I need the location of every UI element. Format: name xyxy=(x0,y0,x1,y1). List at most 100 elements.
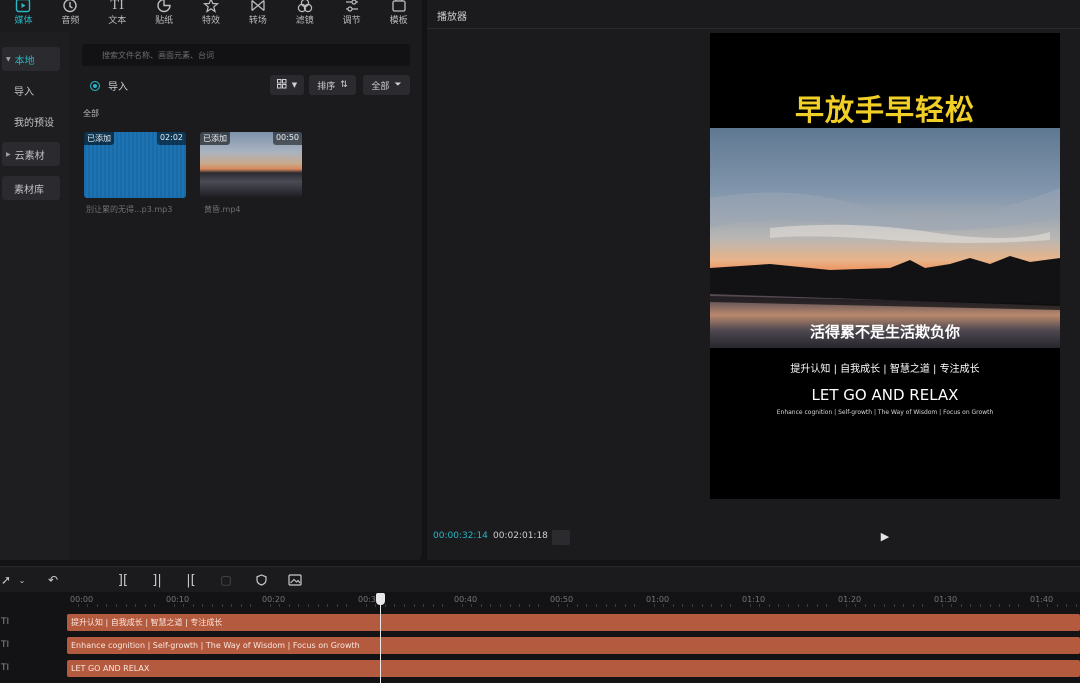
ruler-tick xyxy=(586,604,588,607)
ruler-tick xyxy=(1018,604,1020,607)
ruler-tick xyxy=(989,604,991,607)
clip-label: 提升认知 | 自我成长 | 智慧之道 | 专注成长 xyxy=(71,618,223,627)
tab-label: 滤镜 xyxy=(295,16,314,26)
ruler-tick xyxy=(980,604,981,607)
ruler-tick-label: 00:40 xyxy=(454,595,478,604)
nav-label: 素材库 xyxy=(14,184,44,196)
text-track-icon: TI xyxy=(1,640,10,650)
ruler-tick xyxy=(826,604,828,607)
text-icon: TI xyxy=(110,0,125,13)
ruler-tick xyxy=(125,604,127,607)
ruler-tick xyxy=(884,604,885,607)
total-time: 00:02:01:18 xyxy=(493,531,548,541)
playhead-handle[interactable] xyxy=(376,593,385,605)
media-item-video[interactable]: 已添加 00:50 xyxy=(200,132,302,198)
media-item-audio[interactable]: 已添加 02:02 xyxy=(84,132,186,198)
import-radio-icon xyxy=(90,80,100,91)
side-nav: ▼ 本地 导入 我的预设 ▶ 云素材 素材库 xyxy=(0,32,70,560)
tab-filter[interactable]: 滤镜 xyxy=(281,0,328,32)
media-item-name: 黄昏.mp4 xyxy=(204,205,241,214)
ruler-tick xyxy=(960,604,962,607)
ruler-tick xyxy=(461,604,463,607)
ruler-tick xyxy=(135,604,137,607)
trim-right-icon[interactable]: |[ xyxy=(182,572,200,588)
tab-transition[interactable]: 转场 xyxy=(234,0,281,32)
split-icon[interactable]: ][ xyxy=(114,572,132,588)
ruler-tick xyxy=(692,604,693,607)
filter-label: 全部 xyxy=(371,81,390,92)
ruler-tick xyxy=(624,604,626,607)
shield-icon[interactable] xyxy=(252,572,270,588)
ruler-tick-label: 01:10 xyxy=(742,595,766,604)
playhead[interactable] xyxy=(380,602,381,683)
tab-effects[interactable]: 特效 xyxy=(188,0,235,32)
ruler-tick xyxy=(413,604,415,607)
text-clip[interactable]: 提升认知 | 自我成长 | 智慧之道 | 专注成长 xyxy=(67,614,1080,631)
undo-icon[interactable]: ↶ xyxy=(44,572,62,588)
tab-label: 贴纸 xyxy=(155,16,174,26)
top-toolbar: 媒体 音频 TI 文本 贴纸 特效 转场 滤镜 调节 模板 xyxy=(0,0,422,32)
tab-label: 文本 xyxy=(108,16,127,26)
text-clip[interactable]: Enhance cognition | Self-growth | The Wa… xyxy=(67,637,1080,654)
ruler-tick xyxy=(442,604,444,607)
image-icon[interactable] xyxy=(286,572,304,588)
ruler-tick xyxy=(87,604,89,607)
ruler-tick xyxy=(615,604,617,607)
ruler-tick xyxy=(864,604,866,607)
ruler-tick xyxy=(96,604,98,607)
nav-cloud[interactable]: ▶ 云素材 xyxy=(2,142,60,166)
ruler-tick xyxy=(912,604,914,607)
trim-left-icon[interactable]: ]| xyxy=(148,572,166,588)
chevron-down-icon[interactable]: ⌄ xyxy=(16,572,28,588)
ruler-tick xyxy=(778,604,780,607)
transition-icon xyxy=(248,0,268,14)
sort-button[interactable]: 排序 ⇅ xyxy=(309,75,356,95)
tab-text[interactable]: TI 文本 xyxy=(94,0,141,32)
import-button[interactable]: 导入 xyxy=(90,78,128,93)
ruler-tick-label: 00:10 xyxy=(166,595,190,604)
import-label: 导入 xyxy=(108,82,128,93)
ruler-tick xyxy=(202,604,204,607)
play-icon[interactable]: ▶ xyxy=(878,530,892,544)
nav-library[interactable]: 素材库 xyxy=(2,176,60,200)
template-icon xyxy=(389,0,409,14)
filter-button[interactable]: 全部 ⏷ xyxy=(363,75,410,95)
view-mode-button[interactable]: ▼ xyxy=(270,75,304,95)
ruler-tick xyxy=(711,604,713,607)
nav-local[interactable]: ▼ 本地 xyxy=(2,47,60,71)
tab-media[interactable]: 媒体 xyxy=(0,0,47,32)
preview-canvas[interactable]: 早放手早轻松 活得累不是生活欺负你 提升认知 | 自我成长 | 智慧之道 | 专… xyxy=(710,33,1060,499)
nav-presets[interactable]: 我的预设 xyxy=(2,109,60,133)
ruler-tick xyxy=(192,604,194,607)
text-clip[interactable]: LET GO AND RELAX xyxy=(67,660,1080,677)
ruler-tick xyxy=(903,604,905,607)
grid-icon xyxy=(276,78,287,92)
media-icon xyxy=(13,0,33,14)
ruler-tick xyxy=(231,604,233,607)
ruler-tick xyxy=(1066,604,1068,607)
ruler-tick xyxy=(605,604,607,607)
funnel-icon: ⏷ xyxy=(394,80,402,90)
ratio-button[interactable] xyxy=(552,530,570,545)
sticker-icon xyxy=(154,0,174,14)
ruler-tick xyxy=(308,604,309,607)
delete-icon[interactable]: ▢ xyxy=(218,572,234,588)
tab-adjust[interactable]: 调节 xyxy=(328,0,375,32)
tab-sticker[interactable]: 贴纸 xyxy=(141,0,188,32)
ruler-tick xyxy=(576,604,578,607)
ruler-tick xyxy=(672,604,674,607)
timeline-toolbar: ➚ ⌄ ↶ ][ ]| |[ ▢ xyxy=(0,566,1080,592)
nav-import[interactable]: 导入 xyxy=(2,78,60,102)
ruler-tick xyxy=(250,604,252,607)
tab-audio[interactable]: 音频 xyxy=(47,0,94,32)
tab-template[interactable]: 模板 xyxy=(375,0,422,32)
sunset-video-frame xyxy=(710,128,1060,348)
search-input[interactable]: 搜索文件名称、画面元素、台词 xyxy=(82,44,410,66)
ruler-tick xyxy=(346,604,348,607)
cursor-icon[interactable]: ➚ xyxy=(0,572,12,588)
video-caption-text: 活得累不是生活欺负你 xyxy=(809,323,960,341)
nav-label: 云素材 xyxy=(14,150,45,162)
time-ruler[interactable]: 00:00 00:10 00:20 00:30 00:40 00:50 01:00 01:10… xyxy=(68,592,1080,612)
ruler-tick xyxy=(730,604,732,607)
ruler-tick xyxy=(327,604,329,607)
